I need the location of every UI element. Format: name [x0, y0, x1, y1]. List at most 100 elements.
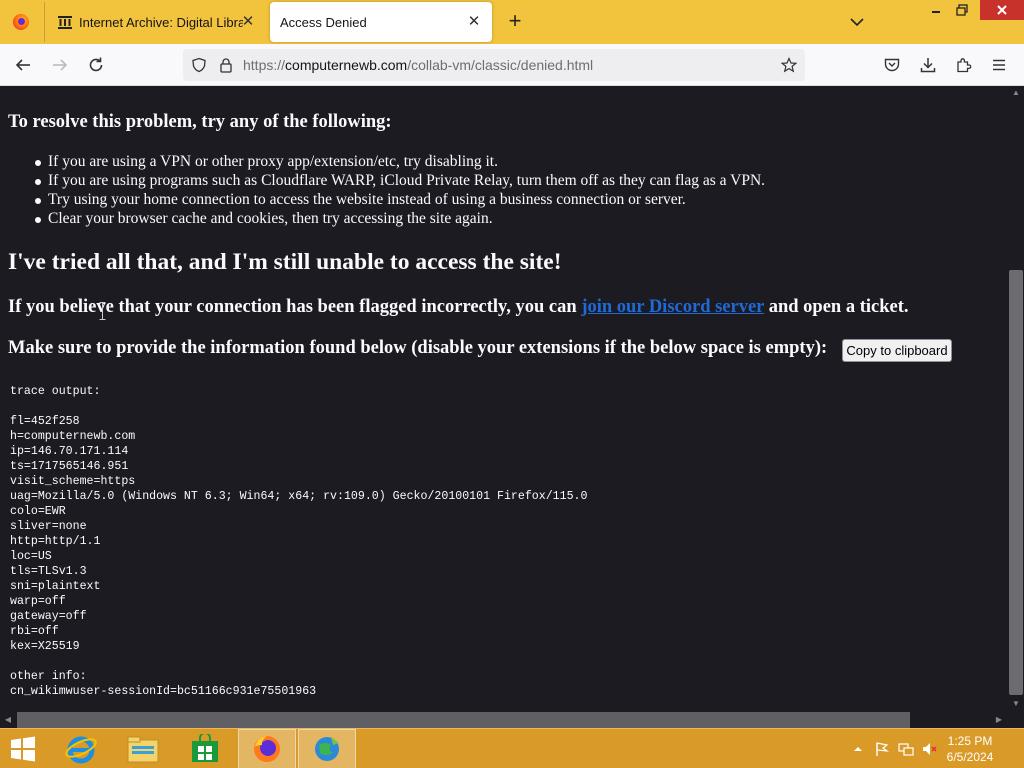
back-button[interactable]: [11, 53, 35, 77]
trace-line: tls=TLSv1.3: [10, 565, 87, 578]
volume-muted-icon[interactable]: [921, 741, 937, 757]
restore-icon: [956, 4, 968, 16]
start-button[interactable]: [8, 735, 38, 763]
tab-access-denied[interactable]: Access Denied ✕: [270, 2, 492, 42]
tried-heading: I've tried all that, and I'm still unabl…: [8, 249, 562, 275]
tab-label: Access Denied: [280, 14, 367, 30]
firefox-view-button[interactable]: [0, 0, 42, 44]
bookmark-star-icon[interactable]: [781, 57, 797, 73]
discord-link[interactable]: join our Discord server: [581, 297, 764, 317]
trace-line: sliver=none: [10, 520, 87, 533]
action-center-flag-icon[interactable]: [874, 741, 890, 757]
other-info-lines: cn_wikimwuser-sessionId=bc51166c931e7550…: [10, 684, 587, 699]
page-viewport: To resolve this problem, try any of the …: [0, 86, 1008, 712]
navigation-toolbar: https://computernewb.com/collab-vm/class…: [0, 44, 1024, 86]
scroll-up-arrow[interactable]: ▲: [1011, 88, 1021, 98]
scroll-down-arrow[interactable]: ▼: [1011, 699, 1021, 709]
url-path: /collab-vm/classic/denied.html: [407, 57, 594, 73]
copy-to-clipboard-button[interactable]: Copy to clipboard: [842, 339, 952, 362]
globe-download-icon: [315, 737, 339, 761]
trace-line: uag=Mozilla/5.0 (Windows NT 6.3; Win64; …: [10, 490, 588, 503]
pocket-button[interactable]: [880, 53, 904, 77]
internet-explorer-icon: [65, 736, 97, 764]
folder-icon: [127, 736, 159, 763]
puzzle-icon: [957, 58, 972, 73]
tab-label: Internet Archive: Digital Library: [79, 14, 243, 30]
menu-button[interactable]: [987, 53, 1011, 77]
text-cursor-icon: [99, 302, 106, 320]
chevron-down-icon: [850, 18, 864, 27]
scroll-right-arrow[interactable]: ▶: [994, 715, 1004, 725]
vertical-scrollbar[interactable]: ▲ ▼: [1008, 86, 1024, 712]
trace-line: ts=1717565146.951: [10, 460, 129, 473]
trace-line: kex=X25519: [10, 640, 80, 653]
close-icon[interactable]: ✕: [240, 14, 256, 30]
trace-line: fl=452f258: [10, 415, 80, 428]
taskbar-firefox[interactable]: [238, 729, 296, 768]
other-info-header: other info:: [10, 670, 87, 683]
trace-line: rbi=off: [10, 625, 59, 638]
forward-button[interactable]: [48, 53, 72, 77]
taskbar-store[interactable]: [176, 729, 234, 768]
list-item: If you are using a VPN or other proxy ap…: [34, 153, 765, 172]
trace-line: ip=146.70.171.114: [10, 445, 129, 458]
downloads-button[interactable]: [916, 53, 940, 77]
list-item: If you are using programs such as Cloudf…: [34, 172, 766, 189]
close-icon[interactable]: ✕: [466, 14, 482, 30]
trace-header: trace output:: [10, 385, 101, 398]
url-scheme: https://: [243, 57, 286, 73]
reload-button[interactable]: [84, 53, 108, 77]
trace-output[interactable]: trace output: fl=452f258 h=computernewb.c…: [10, 384, 587, 699]
trace-line: loc=US: [10, 550, 52, 563]
list-all-tabs-button[interactable]: [847, 12, 867, 32]
discord-paragraph: If you believe that your connection has …: [8, 297, 909, 318]
trace-line: http=http/1.1: [10, 535, 101, 548]
trace-line: h=computernewb.com: [10, 430, 136, 443]
trace-line: cn_wikimwuser-sessionId=bc51166c931e7550…: [10, 685, 317, 698]
trace-line: sni=plaintext: [10, 580, 101, 593]
trace-line: gateway=off: [10, 610, 87, 623]
discord-text-before: If you believe that your connection has …: [8, 297, 582, 317]
clock-date: 6/5/2024: [946, 750, 994, 764]
horizontal-scrollbar[interactable]: ◀ ▶: [0, 712, 1008, 728]
firefox-icon: [254, 736, 280, 762]
clock-time: 1:25 PM: [947, 734, 993, 748]
tips-list: If you are using a VPN or other proxy ap…: [34, 153, 766, 229]
show-hidden-icons-icon[interactable]: [850, 741, 866, 757]
network-icon[interactable]: [898, 741, 914, 757]
shield-icon[interactable]: [191, 57, 207, 73]
back-arrow-icon: [15, 59, 30, 71]
new-tab-button[interactable]: +: [503, 10, 527, 34]
url-text[interactable]: https://computernewb.com/collab-vm/class…: [243, 57, 593, 73]
url-bar[interactable]: https://computernewb.com/collab-vm/class…: [183, 49, 805, 81]
windows-logo-icon: [11, 736, 35, 762]
resolve-heading: To resolve this problem, try any of the …: [8, 112, 392, 132]
store-icon: [192, 734, 218, 762]
taskbar-file-explorer[interactable]: [114, 729, 172, 768]
reload-icon: [89, 57, 103, 72]
vertical-scroll-thumb[interactable]: [1009, 270, 1023, 695]
pocket-icon: [884, 58, 900, 72]
forward-arrow-icon: [53, 59, 68, 71]
trace-line: colo=EWR: [10, 505, 66, 518]
scroll-left-arrow[interactable]: ◀: [3, 715, 13, 725]
close-window-button[interactable]: [980, 0, 1024, 20]
taskbar-internet-explorer[interactable]: [52, 729, 110, 768]
hamburger-menu-icon: [993, 59, 1005, 71]
minimize-icon: [932, 11, 940, 13]
lock-icon[interactable]: [218, 57, 234, 73]
close-icon: [997, 5, 1007, 15]
list-item: Clear your browser cache and cookies, th…: [34, 210, 765, 229]
archive-icon: [57, 14, 73, 30]
download-icon: [920, 58, 936, 73]
taskbar-clock[interactable]: 1:25 PM 6/5/2024: [940, 733, 1000, 765]
firefox-icon: [13, 14, 29, 30]
instructions-paragraph: Make sure to provide the information fou…: [8, 338, 828, 358]
horizontal-scroll-thumb[interactable]: [17, 712, 910, 728]
extensions-button[interactable]: [952, 53, 976, 77]
restore-button[interactable]: [949, 0, 975, 20]
minimize-button[interactable]: [923, 0, 949, 20]
list-item: Try using your home connection to access…: [34, 191, 765, 210]
taskbar-download-manager[interactable]: [298, 729, 356, 768]
tab-internet-archive[interactable]: Internet Archive: Digital Library ✕: [44, 2, 266, 42]
